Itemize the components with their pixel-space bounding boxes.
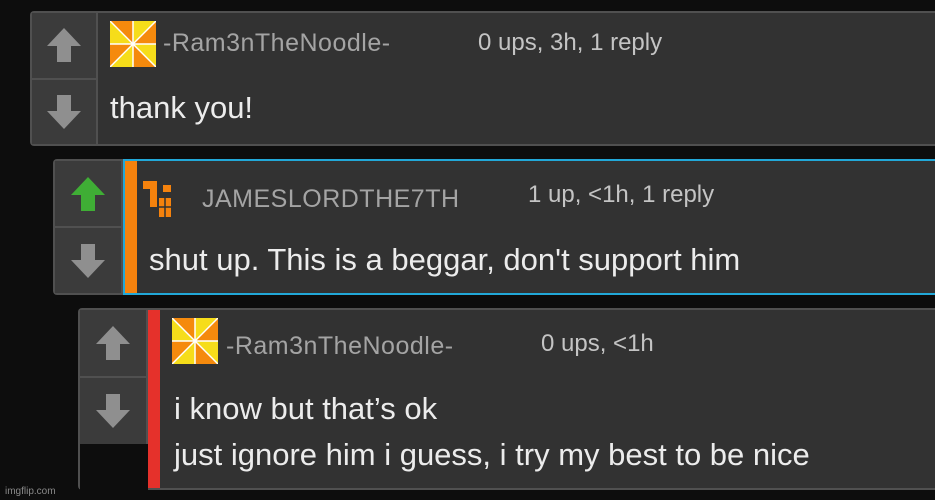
vote-area-empty xyxy=(80,444,148,490)
downvote-button[interactable] xyxy=(32,79,96,144)
comment-1: -Ram3nTheNoodle- 0 ups, 3h, 1 reply than… xyxy=(30,11,935,146)
comment-3: -Ram3nTheNoodle- 0 ups, <1h i know but t… xyxy=(78,308,935,490)
comment-username[interactable]: JAMESLORDTHE7TH xyxy=(202,185,460,214)
comment-text-line-2: just ignore him i guess, i try my best t… xyxy=(174,437,810,472)
vote-controls xyxy=(80,310,146,444)
upvote-button[interactable] xyxy=(55,161,121,228)
vote-controls xyxy=(55,161,121,293)
up-arrow-icon xyxy=(71,176,105,211)
up-arrow-icon xyxy=(47,28,81,63)
downvote-button[interactable] xyxy=(55,228,121,293)
pinwheel-avatar-icon[interactable] xyxy=(172,318,218,364)
upvote-button[interactable] xyxy=(32,13,96,80)
watermark: imgflip.com xyxy=(5,486,56,497)
comment-username[interactable]: -Ram3nTheNoodle- xyxy=(226,332,454,361)
down-arrow-icon xyxy=(71,243,105,278)
pinwheel-avatar-icon[interactable] xyxy=(110,21,156,67)
comment-text: shut up. This is a beggar, don't support… xyxy=(149,242,741,277)
down-arrow-icon xyxy=(47,94,81,129)
upvote-button[interactable] xyxy=(80,310,146,378)
blocks-avatar-icon[interactable] xyxy=(143,181,171,219)
comment-text-line-1: i know but that’s ok xyxy=(174,391,438,426)
down-arrow-icon xyxy=(96,394,130,428)
op-stripe xyxy=(125,161,137,293)
comment-meta: 0 ups, 3h, 1 reply xyxy=(478,29,663,56)
comment-meta: 1 up, <1h, 1 reply xyxy=(528,181,715,208)
reply-stripe xyxy=(148,310,160,488)
comment-2: JAMESLORDTHE7TH 1 up, <1h, 1 reply shut … xyxy=(53,159,935,295)
vote-controls xyxy=(32,13,96,144)
comment-meta: 0 ups, <1h xyxy=(541,330,654,357)
comment-username[interactable]: -Ram3nTheNoodle- xyxy=(163,29,391,58)
downvote-button[interactable] xyxy=(80,378,146,444)
up-arrow-icon xyxy=(96,326,130,360)
comment-text: thank you! xyxy=(110,90,254,125)
